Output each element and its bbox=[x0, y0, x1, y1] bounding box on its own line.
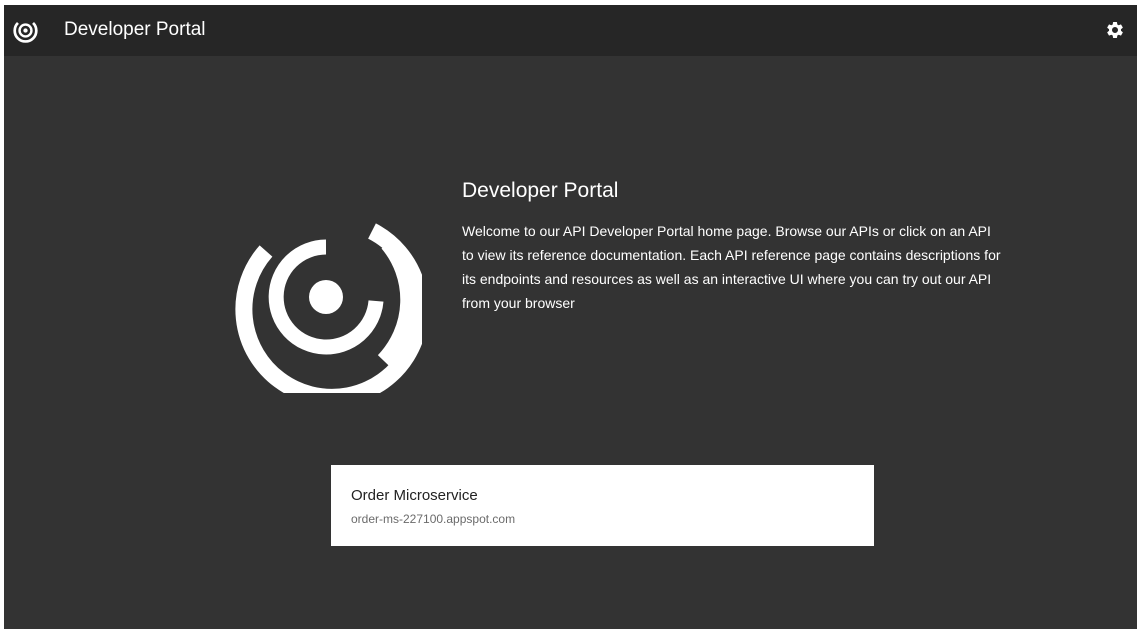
top-app-bar: Developer Portal bbox=[4, 5, 1137, 56]
api-card-order-microservice[interactable]: Order Microservice order-ms-227100.appsp… bbox=[331, 465, 874, 546]
portal-logo-icon bbox=[230, 201, 429, 406]
app-title: Developer Portal bbox=[64, 19, 206, 40]
portal-logo-icon bbox=[12, 17, 39, 44]
page-title: Developer Portal bbox=[462, 179, 619, 202]
api-card-title: Order Microservice bbox=[351, 487, 478, 504]
api-card-host: order-ms-227100.appspot.com bbox=[351, 512, 516, 526]
app-frame: Developer Portal Developer Portal Welcom… bbox=[4, 5, 1137, 629]
welcome-description: Welcome to our API Developer Portal home… bbox=[462, 223, 1001, 311]
gear-icon[interactable] bbox=[1105, 20, 1125, 40]
